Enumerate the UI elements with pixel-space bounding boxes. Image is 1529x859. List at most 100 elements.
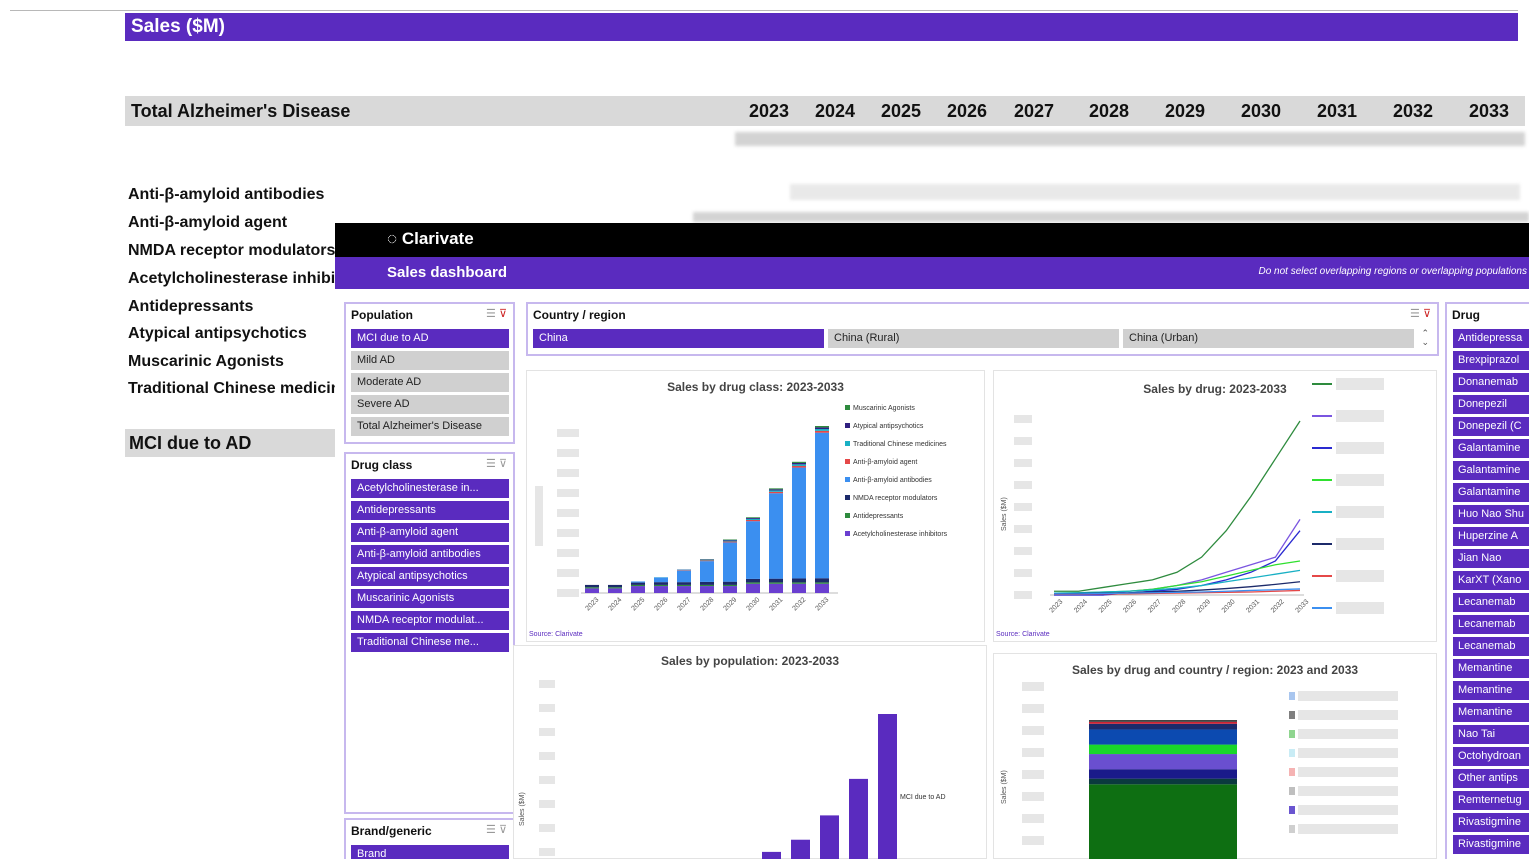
slicer-item-drug[interactable]: Huo Nao Shu	[1453, 505, 1529, 524]
slicer-item-drug[interactable]: Donepezil	[1453, 395, 1529, 414]
slicer-item-drug[interactable]: Memantine	[1453, 681, 1529, 700]
slicer-item-brand[interactable]: Brand	[351, 845, 509, 859]
bar-segment	[608, 584, 622, 588]
slicer-item[interactable]: Atypical antipsychotics	[351, 567, 509, 586]
bar-segment	[723, 542, 737, 582]
slicer-item-total[interactable]: Total Alzheimer's Disease	[351, 417, 509, 436]
bar-segment	[746, 517, 760, 518]
slicer-item[interactable]: Acetylcholinesterase in...	[351, 479, 509, 498]
clear-filter-icon[interactable]: ⊽	[499, 458, 507, 470]
slicer-item-drug[interactable]: Antidepressa	[1453, 329, 1529, 348]
slicer-item[interactable]: Antidepressants	[351, 501, 509, 520]
blurred-label	[557, 449, 579, 457]
slicer-item[interactable]: Anti-β-amyloid antibodies	[351, 545, 509, 564]
slicer-item-drug[interactable]: Galantamine	[1453, 461, 1529, 480]
slicer-item-drug[interactable]: Remternetug	[1453, 791, 1529, 810]
x-tick-label: 2028	[1171, 598, 1187, 614]
legend-swatch	[845, 405, 850, 410]
clear-filter-icon[interactable]: ⊽	[1423, 308, 1431, 320]
blurred-label	[1014, 481, 1032, 489]
slicer-item-drug[interactable]: Lecanemab	[1453, 615, 1529, 634]
bar-segment	[769, 491, 783, 494]
bar-segment	[1089, 720, 1237, 722]
population-chart-canvas: Sales ($M)	[519, 680, 897, 859]
slicer-item-china[interactable]: China	[533, 329, 824, 348]
slicer-item-mci[interactable]: MCI due to AD	[351, 329, 509, 348]
bar-segment	[769, 489, 783, 491]
bar-segment	[723, 541, 737, 543]
year-header: 2027	[1014, 101, 1055, 121]
row-label: Atypical antipsychotics	[128, 325, 307, 342]
slicer-item-mild[interactable]: Mild AD	[351, 351, 509, 370]
bar-segment	[1089, 729, 1237, 745]
slicer-item-drug[interactable]: Rivastigmine	[1453, 813, 1529, 832]
bar-segment	[792, 578, 806, 583]
clear-filter-icon[interactable]: ⊽	[499, 308, 507, 320]
blurred-label	[539, 824, 555, 832]
slicer-item-drug[interactable]: Lecanemab	[1453, 593, 1529, 612]
slicer-title: Brand/generic	[351, 824, 432, 838]
year-header: 2028	[1089, 101, 1130, 121]
blurred-label	[1298, 767, 1398, 777]
multi-select-icon[interactable]: ☰	[486, 458, 496, 470]
bar-segment	[723, 584, 737, 587]
x-tick-label: 2029	[1196, 598, 1212, 614]
chart-source: Source: Clarivate	[996, 631, 1050, 638]
legend-item: Antidepressants	[845, 513, 947, 531]
blurred-label	[539, 728, 555, 736]
blurred-label	[557, 489, 579, 497]
slicer-item-drug[interactable]: Other antips	[1453, 769, 1529, 788]
bar-segment	[677, 586, 691, 593]
x-tick-label: 2033	[814, 596, 830, 612]
slicer-item-drug[interactable]: Nao Tai	[1453, 725, 1529, 744]
slicer-item[interactable]: NMDA receptor modulat...	[351, 611, 509, 630]
multi-select-icon[interactable]: ☰	[1410, 308, 1420, 320]
legend-swatch	[1289, 787, 1295, 795]
slicer-item-drug[interactable]: Galantamine	[1453, 483, 1529, 502]
slicer-item-drug[interactable]: Lecanemab	[1453, 637, 1529, 656]
slicer-item-drug[interactable]: KarXT (Xano	[1453, 571, 1529, 590]
legend-item: Atypical antipsychotics	[845, 423, 947, 441]
slicer-item-china-rural[interactable]: China (Rural)	[828, 329, 1119, 348]
bar-segment	[1089, 778, 1237, 785]
blurred-label	[1336, 410, 1384, 422]
blurred-label	[1336, 538, 1384, 550]
slicer-item-severe[interactable]: Severe AD	[351, 395, 509, 414]
legend-swatch	[845, 477, 850, 482]
bar-segment	[585, 587, 599, 589]
blurred-label	[1022, 836, 1044, 845]
multi-select-icon[interactable]: ☰	[486, 308, 496, 320]
blurred-label	[539, 848, 555, 856]
slicer-tools: ☰ ⊽	[486, 823, 507, 836]
row-label: NMDA receptor modulators	[128, 242, 335, 259]
x-tick-label: 2030	[1221, 598, 1237, 614]
bar-segment	[746, 517, 760, 519]
slicer-item-drug[interactable]: Galantamine	[1453, 439, 1529, 458]
slicer-item-drug[interactable]: Huperzine A	[1453, 527, 1529, 546]
slicer-item-drug[interactable]: Brexpiprazol	[1453, 351, 1529, 370]
bar-segment	[746, 521, 760, 579]
slicer-item[interactable]: Anti-β-amyloid agent	[351, 523, 509, 542]
slicer-item[interactable]: Muscarinic Agonists	[351, 589, 509, 608]
y-axis-label: Sales ($M)	[519, 792, 526, 826]
drug-country-chart-canvas: Sales ($M)	[1001, 682, 1398, 859]
year-header: 2026	[947, 101, 988, 121]
slicer-item[interactable]: Traditional Chinese me...	[351, 633, 509, 652]
bar-segment	[677, 584, 691, 587]
slicer-item-moderate[interactable]: Moderate AD	[351, 373, 509, 392]
slicer-item-drug[interactable]: Octohydroan	[1453, 747, 1529, 766]
slicer-item-china-urban[interactable]: China (Urban)	[1123, 329, 1414, 348]
total-label: Total Alzheimer's Disease	[131, 101, 351, 121]
slicer-item-drug[interactable]: Memantine	[1453, 659, 1529, 678]
bar-segment	[746, 578, 760, 583]
slicer-item-drug[interactable]: Donanemab	[1453, 373, 1529, 392]
clear-filter-icon[interactable]: ⊽	[499, 824, 507, 836]
slicer-item-drug[interactable]: Memantine	[1453, 703, 1529, 722]
slicer-item-drug[interactable]: Donepezil (C	[1453, 417, 1529, 436]
multi-select-icon[interactable]: ☰	[486, 824, 496, 836]
scroll-arrows-icon[interactable]: ⌃ ⌄	[1421, 329, 1429, 347]
slicer-item-drug[interactable]: Jian Nao	[1453, 549, 1529, 568]
legend-label: Atypical antipsychotics	[853, 423, 924, 430]
slicer-item-drug[interactable]: Rivastigmine	[1453, 835, 1529, 854]
bar-segment	[746, 583, 760, 593]
